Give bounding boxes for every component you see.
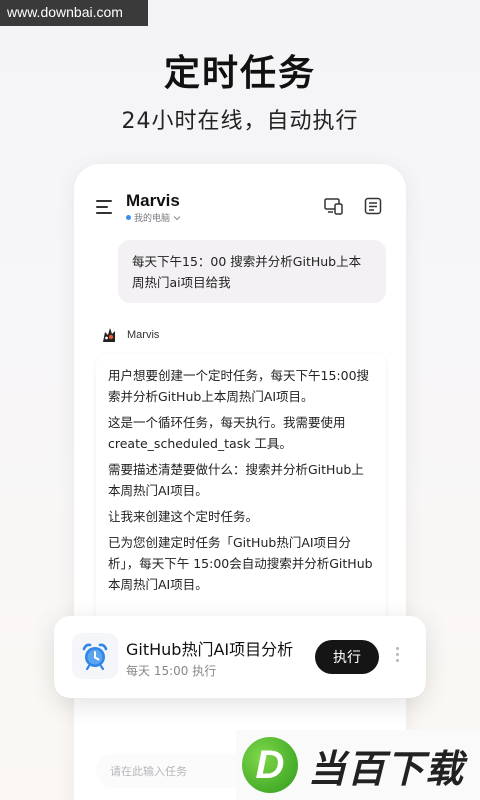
bot-paragraph: 已为您创建定时任务「GitHub热门AI项目分析」，每天下午 15:00会自动搜… xyxy=(108,535,373,592)
promo-headline: 定时任务 xyxy=(163,53,316,94)
phone-frame: Marvis 我的电脑 每天下午15：00 搜索并分析GitHub上本周热门ai… xyxy=(74,164,406,800)
promo-subheadline: 24小时在线，自动执行 xyxy=(121,109,359,134)
menu-icon[interactable] xyxy=(96,200,112,214)
bot-paragraph: 这是一个循环任务，每天执行。我需要使用create_scheduled_task… xyxy=(108,415,346,451)
notes-icon[interactable] xyxy=(364,197,382,215)
app-title: Marvis xyxy=(126,191,180,210)
scheduled-task-card[interactable]: GitHub热门AI项目分析 每天 15:00 执行 执行 xyxy=(54,616,426,698)
site-logo: D 当百下载 xyxy=(236,730,480,800)
device-switch-icon[interactable] xyxy=(324,197,344,215)
watermark-text: www.downbai.com xyxy=(0,0,148,26)
bot-paragraph: 让我来创建这个定时任务。 xyxy=(108,509,259,524)
chevron-down-icon xyxy=(173,215,181,220)
bot-message-bubble: 用户想要创建一个定时任务，每天下午15:00搜索并分析GitHub上本周热门AI… xyxy=(96,354,386,624)
bot-paragraph: 用户想要创建一个定时任务，每天下午15:00搜索并分析GitHub上本周热门AI… xyxy=(108,368,370,404)
more-vertical-icon[interactable] xyxy=(393,647,401,667)
task-schedule: 每天 15:00 执行 xyxy=(126,664,217,678)
task-title: GitHub热门AI项目分析 xyxy=(126,640,294,659)
device-selector[interactable]: 我的电脑 xyxy=(126,211,181,224)
alarm-clock-icon xyxy=(82,643,108,671)
device-label: 我的电脑 xyxy=(134,214,171,224)
online-dot xyxy=(126,215,131,220)
task-icon-container xyxy=(72,633,118,679)
user-message-bubble: 每天下午15：00 搜索并分析GitHub上本周热门ai项目给我 xyxy=(118,240,386,303)
bot-header: Marvis xyxy=(100,326,159,344)
bot-avatar-icon xyxy=(103,328,115,342)
bot-paragraph: 需要描述清楚要做什么：搜索并分析GitHub上本周热门AI项目。 xyxy=(108,462,364,498)
bot-name: Marvis xyxy=(127,329,160,341)
logo-text: 当百下载 xyxy=(308,746,465,791)
run-task-button[interactable]: 执行 xyxy=(315,640,379,674)
app-header: Marvis 我的电脑 xyxy=(74,164,406,232)
logo-d-mark: D xyxy=(242,737,298,793)
